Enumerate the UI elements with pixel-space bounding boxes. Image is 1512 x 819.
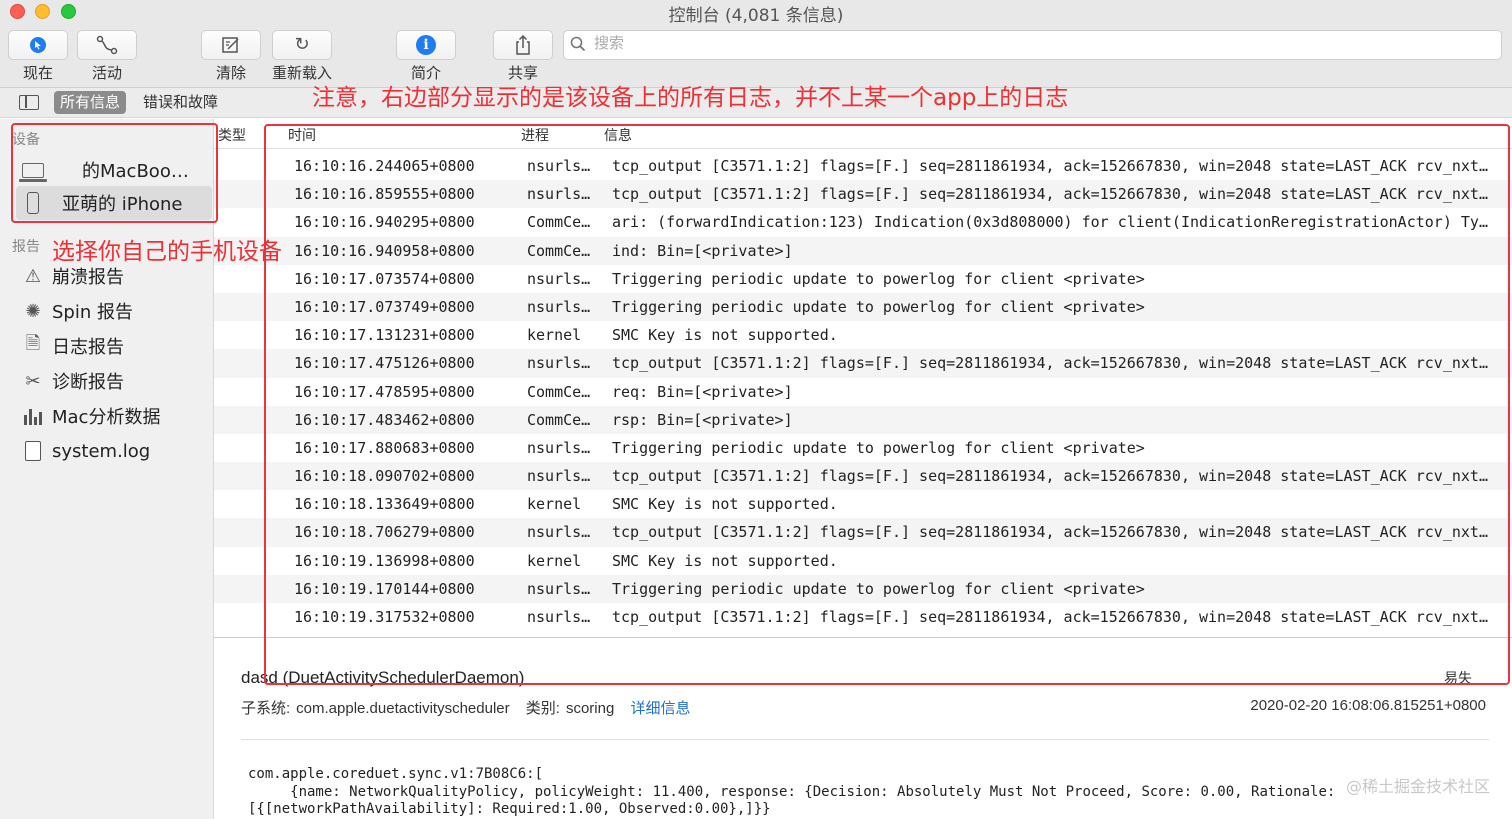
cursor-target-icon: [30, 37, 46, 53]
sidebar-item-diagnostic-reports[interactable]: ✂ 诊断报告: [22, 366, 212, 396]
sidebar-item-label: 诊断报告: [52, 372, 124, 393]
annotation-device-box: [11, 123, 218, 223]
subsystem-value: com.apple.duetactivityscheduler: [296, 700, 510, 717]
sidebar-item-log-reports[interactable]: 🗎 日志报告: [22, 331, 212, 361]
warning-icon: ⚠: [24, 265, 42, 287]
watermark: @稀土掘金技术社区: [1345, 777, 1490, 796]
sidebar-item-label: 崩溃报告: [52, 267, 124, 288]
sidebar: 设备 的MacBoo… 亚萌的 iPhone 报告 ⚠ 崩溃报告 ✺ Spin …: [0, 119, 214, 819]
details-link[interactable]: 详细信息: [631, 700, 691, 717]
subsystem-label: 子系统:: [241, 700, 291, 717]
detail-message-body: com.apple.coreduet.sync.v1:7B08C6:[ {nam…: [248, 766, 1336, 817]
info-button[interactable]: i: [396, 30, 456, 60]
document-icon: 🗎: [25, 333, 41, 354]
sidebar-item-spin-reports[interactable]: ✺ Spin 报告: [22, 296, 212, 326]
info-icon: i: [416, 35, 436, 55]
spin-icon: ✺: [25, 300, 41, 322]
window-toolbar: 控制台 (4,081 条信息) 现在 活动 清除 ↻ 重新载入 i 简介 共享: [0, 0, 1512, 88]
sidebar-item-label: Mac分析数据: [52, 407, 161, 428]
sidebar-item-label: system.log: [52, 440, 151, 462]
sidebar-item-label: Spin 报告: [52, 302, 133, 323]
annotation-top-note: 注意，右边部分显示的是该设备上的所有日志，并不上某一个app上的日志: [312, 85, 1069, 111]
detail-meta: 子系统: com.apple.duetactivityscheduler 类别: s…: [241, 697, 691, 718]
reload-button[interactable]: ↻: [272, 30, 332, 60]
tools-icon: ✂: [25, 370, 41, 392]
clear-icon: [222, 37, 239, 53]
share-button[interactable]: [493, 30, 553, 60]
activity-label: 活动: [91, 64, 122, 82]
annotation-side-note: 选择你自己的手机设备: [52, 239, 282, 265]
search-box[interactable]: [563, 30, 1502, 60]
column-type[interactable]: 类型: [218, 125, 246, 145]
sidebar-item-mac-analytics[interactable]: Mac分析数据: [22, 401, 212, 431]
filter-all-messages[interactable]: 所有信息: [54, 91, 127, 114]
category-value: scoring: [565, 700, 615, 717]
clear-label: 清除: [215, 64, 246, 82]
sidebar-toggle-icon[interactable]: [19, 95, 39, 110]
reload-icon: ↻: [294, 34, 310, 55]
filter-errors-faults[interactable]: 错误和故障: [143, 91, 218, 114]
detail-divider: [241, 739, 1489, 740]
activity-path-icon: [96, 35, 118, 55]
search-icon: [570, 36, 586, 52]
clear-button[interactable]: [201, 30, 261, 60]
activity-button[interactable]: [77, 30, 137, 60]
window-title: 控制台 (4,081 条信息): [668, 6, 844, 26]
annotation-log-box: [264, 124, 1510, 685]
share-icon: [516, 34, 530, 55]
search-input[interactable]: [594, 35, 1474, 52]
category-label: 类别:: [525, 700, 560, 717]
sidebar-item-system-log[interactable]: system.log: [22, 436, 212, 466]
reports-heading: 报告: [12, 239, 40, 255]
sidebar-item-label: 日志报告: [52, 337, 124, 358]
chart-bars-icon: [22, 405, 44, 427]
detail-timestamp: 2020-02-20 16:08:06.815251+0800: [1250, 697, 1486, 714]
now-button[interactable]: [8, 30, 68, 60]
file-icon: [22, 440, 44, 462]
